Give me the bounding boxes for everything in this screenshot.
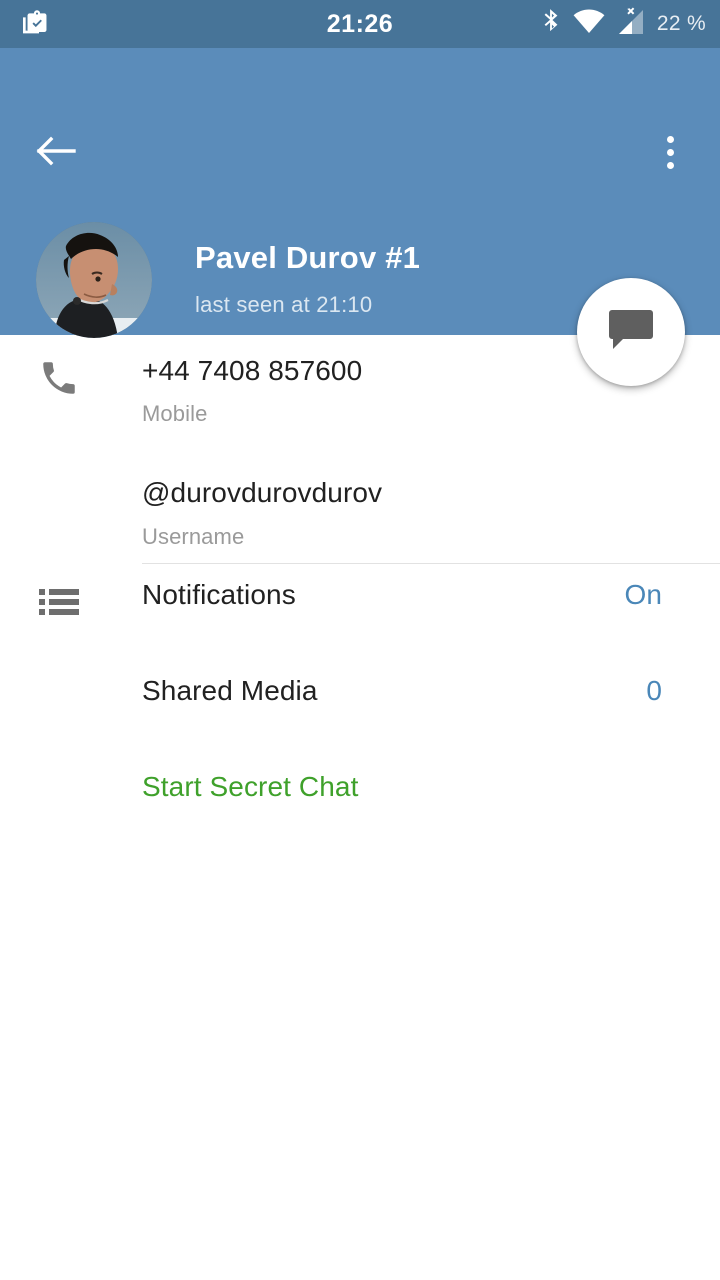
- notifications-row[interactable]: Notifications On: [0, 565, 720, 661]
- shared-media-row[interactable]: Shared Media 0: [0, 661, 720, 757]
- username-label: Username: [142, 524, 245, 549]
- username-row[interactable]: @durovdurovdurov Username: [0, 447, 720, 565]
- list-icon: [36, 579, 82, 625]
- back-arrow-icon[interactable]: [34, 130, 78, 172]
- avatar[interactable]: [36, 222, 152, 338]
- status-bar-indicators: 22 %: [540, 0, 706, 48]
- shared-media-label: Shared Media: [142, 675, 318, 706]
- shared-media-count: 0: [646, 675, 662, 706]
- phone-icon: [36, 355, 82, 401]
- status-bar: 21:26 22 %: [0, 0, 720, 48]
- phone-row[interactable]: +44 7408 857600 Mobile: [0, 335, 720, 447]
- start-secret-chat-label[interactable]: Start Secret Chat: [142, 771, 358, 803]
- phone-number: +44 7408 857600: [142, 355, 363, 386]
- battery-percentage: 22 %: [656, 12, 706, 35]
- section-divider: [142, 563, 720, 564]
- notifications-label: Notifications: [142, 579, 296, 610]
- cellular-no-signal-icon: [616, 7, 646, 42]
- start-secret-chat-row[interactable]: Start Secret Chat: [0, 757, 720, 853]
- notifications-value[interactable]: On: [624, 579, 662, 611]
- last-seen-status: last seen at 21:10: [195, 292, 373, 317]
- bluetooth-icon: [540, 7, 562, 42]
- contact-profile-screen: 21:26 22 % Pavel Durov #1 last seen at 2…: [0, 0, 720, 1280]
- phone-label: Mobile: [142, 401, 208, 426]
- wifi-icon: [573, 9, 605, 40]
- page-title: Pavel Durov #1: [195, 240, 421, 275]
- profile-content: +44 7408 857600 Mobile @durovdurovdurov …: [0, 335, 720, 853]
- overflow-menu-icon[interactable]: [648, 130, 692, 174]
- username-value: @durovdurovdurov: [142, 477, 383, 508]
